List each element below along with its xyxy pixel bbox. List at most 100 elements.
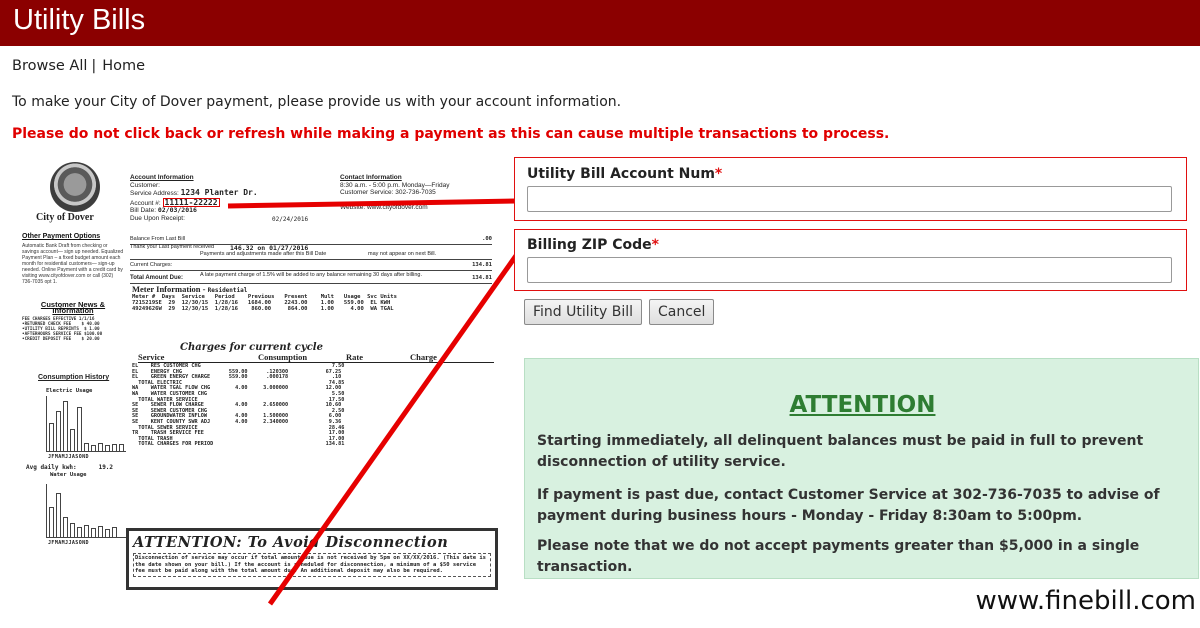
bill-charges-head-rate: Rate <box>346 352 363 362</box>
account-number-label: Utility Bill Account Num* <box>527 166 722 182</box>
bill-meter-title: Meter Information - Residential <box>132 284 247 294</box>
bill-contact-hours: 8:30 a.m. - 5:00 p.m. Monday—Friday <box>340 181 450 189</box>
bill-account-label: Account #: <box>130 199 161 207</box>
electric-bar <box>112 444 117 451</box>
attention-panel: ATTENTION Starting immediately, all deli… <box>524 358 1199 579</box>
bill-total-value: 134.81 <box>472 275 492 281</box>
zip-code-label: Billing ZIP Code* <box>527 237 659 253</box>
bill-charges-head-service: Service <box>138 352 165 362</box>
bill-contact-phone: Customer Service: 302-736-7035 <box>340 189 436 196</box>
bill-service-address: 1234 Planter Dr. <box>180 188 258 197</box>
bill-meter-title-text: Meter Information - <box>132 284 206 294</box>
bill-total-label: Total Amount Due: <box>130 275 183 281</box>
attention-paragraph-3: Please note that we do not accept paymen… <box>537 538 1140 575</box>
bill-balance-label: Balance From Last Bill <box>130 236 186 242</box>
bill-electric-usage-label: Electric Usage <box>46 388 93 394</box>
electric-bar <box>63 401 68 451</box>
bill-charges-header: Service Consumption Rate Charge <box>138 352 494 363</box>
bill-charges-table: EL RES CUSTOMER CHG 7.50 EL ENERGY CHG 5… <box>132 363 345 448</box>
bill-news-text: FEE CHARGES EFFECTIVE 1/1/16 •RETURNED C… <box>22 317 103 342</box>
water-bar <box>112 527 117 537</box>
bill-disconnection-text: Disconnection of service may occur if to… <box>133 553 491 577</box>
zip-code-label-text: Billing ZIP Code <box>527 237 652 253</box>
account-number-input[interactable] <box>527 186 1172 212</box>
water-bar <box>56 493 61 537</box>
bill-electric-months: JFMAMJJASOND <box>48 454 89 460</box>
bill-total-row: Total Amount Due: A late payment charge o… <box>130 271 492 284</box>
zip-code-field: Billing ZIP Code* <box>514 229 1187 291</box>
bill-other-options-heading: Other Payment Options <box>22 233 101 240</box>
electric-bar <box>70 429 75 451</box>
browse-all-link[interactable]: Browse All <box>12 58 87 74</box>
breadcrumb-separator: | <box>91 58 97 74</box>
electric-bar <box>77 407 82 451</box>
water-bar <box>63 517 68 537</box>
account-number-label-text: Utility Bill Account Num <box>527 166 715 182</box>
bill-disconnection-notice: ATTENTION: To Avoid Disconnection Discon… <box>126 528 498 590</box>
bill-meter-type: Residential <box>207 287 248 294</box>
water-bar <box>98 526 103 537</box>
electric-bar <box>49 423 54 451</box>
bill-avg-daily-label: Avg daily kwh: <box>26 464 77 471</box>
water-bar <box>84 525 89 537</box>
bill-news: Customer News & Information FEE CHARGES … <box>22 300 124 342</box>
water-bar <box>49 507 54 537</box>
bill-due-date: 02/24/2016 <box>272 216 309 223</box>
warning-text: Please do not click back or refresh whil… <box>12 126 890 142</box>
zip-code-input[interactable] <box>527 257 1172 283</box>
water-bar <box>77 527 82 537</box>
bill-current-value: 134.81 <box>472 262 492 268</box>
bill-contact-info: Contact Information 8:30 a.m. - 5:00 p.m… <box>340 174 490 211</box>
required-marker: * <box>651 237 659 253</box>
water-bar <box>91 528 96 537</box>
water-bar <box>70 523 75 537</box>
bill-consumption-heading: Consumption History <box>38 374 110 381</box>
find-utility-bill-button[interactable]: Find Utility Bill <box>524 299 643 325</box>
bill-payment-row: Thank you! Last payment received 146.32 … <box>130 244 492 260</box>
electric-bar <box>56 411 61 451</box>
bill-news-heading: Customer News & Information <box>40 300 106 315</box>
bill-account-info: Account Information Customer: Service Ad… <box>130 174 330 222</box>
bill-electric-histogram <box>46 396 126 452</box>
bill-other-options: Other Payment Options Automatic Bank Dra… <box>22 233 124 285</box>
bill-meter-table: Meter # Days Service Period Previous Pre… <box>132 294 397 312</box>
required-marker: * <box>714 166 723 182</box>
bill-water-months: JFMAMJJASOND <box>48 540 89 546</box>
home-link[interactable]: Home <box>102 58 145 74</box>
account-number-field: Utility Bill Account Num* <box>514 157 1187 221</box>
bill-contact-heading: Contact Information <box>340 174 402 181</box>
attention-paragraph-2: If payment is past due, contact Customer… <box>537 487 1160 524</box>
bill-balance-rows: Balance From Last Bill .00 Thank you! Las… <box>130 234 492 284</box>
electric-bar <box>119 444 124 451</box>
bill-date-label: Bill Date: <box>130 207 157 214</box>
bill-payment-note: Payments and adjustments made after this… <box>200 251 327 257</box>
sample-bill-image: City of Dover Account Information Custom… <box>16 156 504 598</box>
bill-date: 02/03/2016 <box>157 206 197 214</box>
page-header: Utility Bills <box>0 0 1200 46</box>
bill-charges-head-consumption: Consumption <box>258 352 308 362</box>
page-title: Utility Bills <box>13 4 146 36</box>
bill-city-name: City of Dover <box>36 212 94 223</box>
intro-text: To make your City of Dover payment, plea… <box>12 94 622 110</box>
electric-bar <box>98 443 103 451</box>
water-bar <box>105 529 110 537</box>
breadcrumb: Browse All | Home <box>12 58 145 74</box>
attention-paragraph-1: Starting immediately, all delinquent bal… <box>537 433 1144 470</box>
electric-bar <box>84 443 89 451</box>
header-divider <box>0 46 1200 50</box>
watermark: www.finebill.com <box>975 586 1197 616</box>
bill-late-fee-note: A late payment charge of 1.5% will be ad… <box>200 272 422 278</box>
bill-contact-website: Website: www.cityofdover.com <box>340 203 428 211</box>
bill-service-address-label: Service Address: <box>130 190 179 197</box>
bill-payment-note-2: may not appear on next Bill. <box>368 251 437 257</box>
bill-water-histogram <box>46 484 126 538</box>
bill-current-row: Current Charges: 134.81 <box>130 260 492 271</box>
bill-avg-daily: Avg daily kwh: 19.2 <box>26 464 113 471</box>
bill-other-options-text: Automatic Bank Draft from checking or sa… <box>22 243 124 285</box>
electric-bar <box>91 445 96 451</box>
bill-current-label: Current Charges: <box>130 262 173 268</box>
bill-account-heading: Account Information <box>130 174 194 181</box>
bill-balance-value: .00 <box>482 236 492 242</box>
cancel-button[interactable]: Cancel <box>649 299 715 325</box>
bill-water-usage-label: Water Usage <box>50 472 87 478</box>
